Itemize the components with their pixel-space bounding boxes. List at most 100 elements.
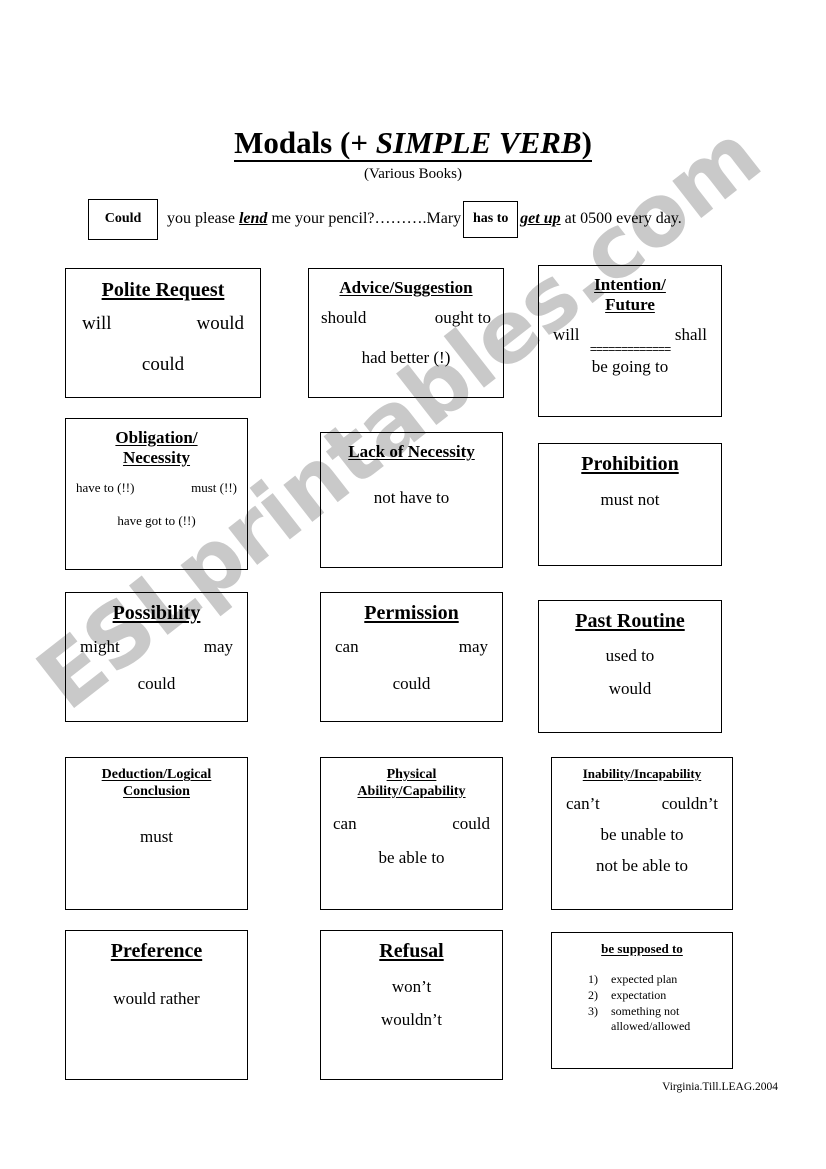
list-item: 1) expected plan (588, 972, 722, 988)
modal-will: will (82, 312, 112, 334)
box-heading-future: Future (605, 295, 655, 315)
list-number: 3) (588, 1003, 598, 1018)
modal-pair-row: might may (80, 636, 233, 656)
list-number: 2) (588, 987, 598, 1002)
modal-be-going-to: be going to (591, 357, 669, 377)
modal-must: must (139, 827, 174, 847)
footer-credit: Virginia.Till.LEAG.2004 (662, 1081, 778, 1093)
box-be-supposed-to: be supposed to 1) expected plan 2) expec… (551, 932, 733, 1069)
box-body-obligation-necessity: have to (!!) must (!!) have got to (!!) (76, 481, 237, 527)
box-body-permission: can may could (335, 636, 488, 694)
box-deduction-logical-conclusion: Deduction/Logical Conclusion must (65, 757, 248, 910)
box-lack-of-necessity: Lack of Necessity not have to (320, 432, 503, 568)
page-title: Modals (+ SIMPLE VERB) (Various Books) (0, 126, 826, 182)
box-body-prohibition: must not (551, 489, 709, 509)
title-main-text: Modals (+ SIMPLE VERB) (234, 125, 592, 163)
box-intention-future: Intention/ Future will shall ===========… (538, 265, 722, 417)
modal-pair-row: should ought to (321, 309, 491, 327)
modal-be-able-to: be able to (378, 847, 445, 867)
box-heading-advice-suggestion: Advice/Suggestion (339, 278, 473, 297)
box-possibility: Possibility might may could (65, 592, 248, 722)
sentence-text-tail: at 0500 every day. (560, 210, 682, 227)
box-body-lack-of-necessity: not have to (333, 489, 490, 507)
box-body-past-routine: used to would (551, 646, 709, 699)
page-subtitle: (Various Books) (364, 166, 462, 183)
box-heading-polite-request: Polite Request (101, 279, 225, 301)
list-number: 1) (588, 972, 598, 987)
box-body-advice-suggestion: should ought to had better (!) (321, 309, 491, 367)
modal-chip-has-to[interactable]: has to (463, 200, 519, 238)
box-heading-preference: Preference (110, 940, 203, 962)
box-body-refusal: won’t wouldn’t (333, 976, 490, 1030)
box-preference: Preference would rather (65, 930, 248, 1080)
list-text: something not (611, 1003, 680, 1018)
box-heading-possibility: Possibility (112, 602, 201, 624)
modal-should: should (321, 308, 367, 328)
modal-not-have-to: not have to (373, 488, 450, 508)
modal-would: would (608, 679, 652, 699)
box-physical-ability: Physical Ability/Capability can could be… (320, 757, 503, 910)
modal-can: can (335, 636, 359, 656)
box-body-intention-future: will shall ============= be going to (551, 326, 709, 376)
box-body-preference: would rather (78, 988, 235, 1008)
box-advice-suggestion: Advice/Suggestion should ought to had be… (308, 268, 504, 398)
modal-not-be-able-to: not be able to (595, 856, 689, 876)
list-number (588, 1019, 604, 1035)
modal-must-not: must not (600, 489, 660, 509)
box-inability-incapability: Inability/Incapability can’t couldn’t be… (551, 757, 733, 910)
box-prohibition: Prohibition must not (538, 443, 722, 566)
modal-have-got-to: have got to (!!) (117, 512, 196, 528)
list-text: expectation (611, 987, 667, 1002)
supposed-to-list: 1) expected plan 2) expectation 3) somet… (588, 972, 722, 1034)
modal-wouldnt: wouldn’t (380, 1010, 443, 1030)
list-text: allowed/allowed (611, 1019, 691, 1034)
box-body-inability: can’t couldn’t be unable to not be able … (562, 795, 722, 875)
box-heading-permission: Permission (364, 602, 459, 624)
modal-chip-could[interactable]: Could (88, 198, 158, 240)
modal-would: would (196, 312, 245, 334)
sentence-verb-get-up: get up (520, 210, 561, 227)
modal-must: must (!!) (191, 480, 237, 496)
modal-couldnt: couldn’t (661, 794, 718, 814)
modal-may: may (203, 636, 233, 656)
modal-would-rather: would rather (113, 988, 200, 1008)
modal-had-better: had better (!) (361, 347, 451, 367)
modal-pair-row: can could (333, 815, 490, 833)
box-heading-deduction: Deduction/Logical (101, 767, 212, 782)
box-heading-ability-capability: Ability/Capability (357, 783, 466, 799)
box-body-polite-request: will would could (82, 312, 245, 375)
list-item: 3) something not (588, 1004, 722, 1020)
modal-can: can (333, 814, 357, 834)
box-heading-inability: Inability/Incapability (582, 766, 702, 781)
modal-might: might (80, 636, 120, 656)
box-obligation-necessity: Obligation/ Necessity have to (!!) must … (65, 418, 248, 570)
separator-dashes: ============= (589, 342, 672, 357)
modal-will: will (553, 325, 580, 345)
example-sentence-row: Could you please lend me your pencil?………… (88, 197, 748, 241)
modal-ought-to: ought to (434, 308, 491, 328)
modal-pair-row: will would (82, 312, 245, 334)
box-heading-physical: Physical (386, 767, 437, 782)
modal-pair-row: can may (335, 636, 488, 656)
modal-wont: won’t (391, 976, 432, 996)
box-heading-necessity: Necessity (122, 448, 191, 468)
modal-pair-row: have to (!!) must (!!) (76, 481, 237, 495)
modal-could: could (141, 353, 185, 375)
sentence-segment-one: you please lend me your pencil?……….Mary (167, 211, 461, 227)
title-prefix: Modals (+ (234, 125, 376, 160)
modal-shall: shall (674, 325, 707, 345)
list-item: allowed/allowed (588, 1019, 722, 1035)
sentence-verb-lend: lend (238, 210, 268, 227)
box-refusal: Refusal won’t wouldn’t (320, 930, 503, 1080)
box-heading-refusal: Refusal (379, 940, 444, 962)
box-polite-request: Polite Request will would could (65, 268, 261, 398)
modal-be-unable-to: be unable to (600, 825, 684, 845)
modal-cant: can’t (566, 794, 600, 814)
sentence-text-after: me your pencil?……….Mary (267, 210, 462, 227)
box-heading-intention: Intention/ (594, 275, 666, 294)
worksheet-page: ESLprintables.com Modals (+ SIMPLE VERB)… (0, 0, 826, 1169)
box-heading-lack-of-necessity: Lack of Necessity (348, 442, 475, 461)
sentence-text-before: you please (167, 210, 239, 227)
box-body-deduction: must (74, 828, 239, 846)
box-heading-prohibition: Prohibition (581, 453, 679, 475)
